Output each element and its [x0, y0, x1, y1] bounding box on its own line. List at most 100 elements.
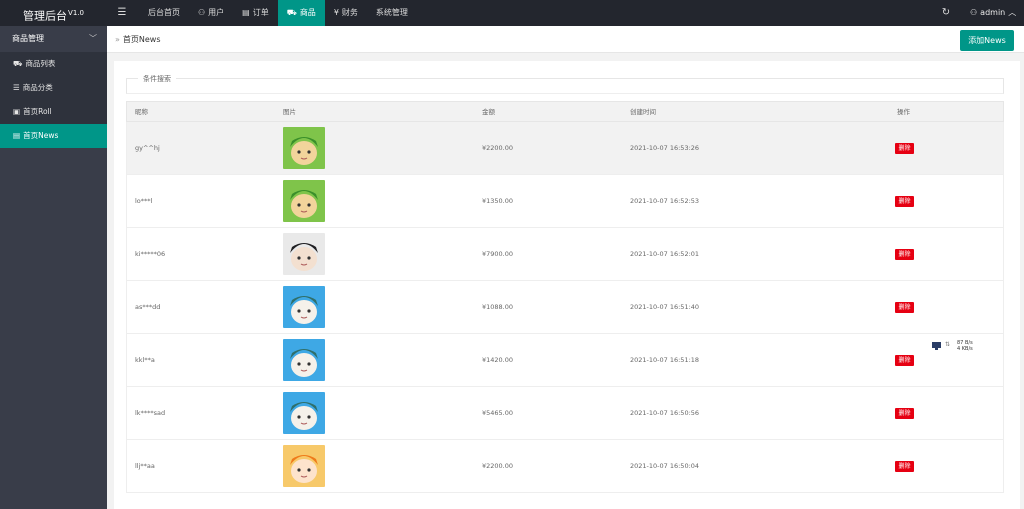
nav-label: 用户: [208, 8, 225, 17]
delete-button[interactable]: 删除: [895, 196, 914, 207]
avatar-illustration: [290, 137, 318, 165]
delete-button[interactable]: 删除: [895, 408, 914, 419]
user-menu[interactable]: ⚇ admin ︿: [970, 0, 1016, 26]
table-row: llj**aa ¥2200.00 2021-10-07 16:50:04 删除: [126, 440, 1004, 493]
cell-nick: ki*****06: [135, 250, 166, 258]
table-row: gy^^hj ¥2200.00 2021-10-07 16:53:26 删除: [126, 122, 1004, 175]
avatar-illustration: [290, 349, 318, 377]
header-img[interactable]: 图片: [283, 102, 296, 123]
avatar-image[interactable]: [283, 392, 325, 434]
user-icon: ⚇: [198, 8, 206, 17]
cell-amount: ¥1088.00: [482, 303, 514, 311]
avatar-illustration: [290, 455, 318, 483]
cell-time: 2021-10-07 16:53:26: [630, 144, 700, 152]
download-speed: 4 KB/s: [957, 346, 973, 352]
delete-button[interactable]: 删除: [895, 143, 914, 154]
cell-amount: ¥2200.00: [482, 462, 514, 470]
network-icon: [932, 342, 941, 350]
box-icon: ▣: [13, 107, 21, 116]
breadcrumb-bar: » 首页News 添加News: [107, 26, 1024, 53]
avatar-image[interactable]: [283, 127, 325, 169]
cell-nick: lk****sad: [135, 409, 166, 417]
breadcrumb: » 首页News: [115, 26, 161, 53]
nav-system[interactable]: 系统管理: [367, 0, 417, 26]
cell-time: 2021-10-07 16:51:40: [630, 303, 700, 311]
sidebar-item-home-roll[interactable]: ▣ 首页Roll: [0, 100, 107, 124]
cell-time: 2021-10-07 16:52:01: [630, 250, 700, 258]
app-logo[interactable]: 管理后台V1.0: [0, 0, 107, 26]
nav-finance[interactable]: ¥ 财务: [325, 0, 367, 26]
cell-time: 2021-10-07 16:52:53: [630, 197, 700, 205]
nav-home[interactable]: 后台首页: [139, 0, 189, 26]
cell-nick: kkl**a: [135, 356, 155, 364]
header-amount[interactable]: 金额: [482, 102, 495, 123]
table-row: as***dd ¥1088.00 2021-10-07 16:51:40 删除: [126, 281, 1004, 334]
chevron-up-icon: ︿: [1008, 8, 1017, 17]
cell-amount: ¥7900.00: [482, 250, 514, 258]
cell-time: 2021-10-07 16:50:56: [630, 409, 700, 417]
updown-icon: ⇅: [945, 341, 951, 348]
table-row: lo***l ¥1350.00 2021-10-07 16:52:53 删除: [126, 175, 1004, 228]
nav-label: 财务: [341, 8, 358, 17]
user-icon: ⚇: [970, 8, 978, 17]
avatar-illustration: [290, 402, 318, 430]
cell-nick: llj**aa: [135, 462, 155, 470]
avatar-image[interactable]: [283, 339, 325, 381]
nav-orders[interactable]: ▤ 订单: [233, 0, 278, 26]
main-content: » 首页News 添加News 条件搜索 昵称 图片 金额 创建时间 操作 gy…: [107, 26, 1024, 509]
avatar-illustration: [290, 190, 318, 218]
sidebar: 商品管理 ﹀ ⛟ 商品列表 ☰ 商品分类 ▣ 首页Roll ▤ 首页News: [0, 26, 107, 509]
news-table: 昵称 图片 金额 创建时间 操作 gy^^hj ¥2200.00 2021-10-0…: [126, 101, 1004, 493]
nav-users[interactable]: ⚇ 用户: [189, 0, 233, 26]
avatar-image[interactable]: [283, 233, 325, 275]
cart-icon: ⛟: [286, 8, 297, 17]
header-time[interactable]: 创建时间: [630, 102, 656, 123]
nav-label: 订单: [252, 8, 269, 17]
avatar-image[interactable]: [283, 445, 325, 487]
sidebar-item-label: 首页Roll: [23, 107, 52, 116]
chevron-down-icon: ﹀: [89, 34, 97, 43]
user-name: admin: [980, 8, 1006, 17]
sidebar-item-goods-list[interactable]: ⛟ 商品列表: [0, 52, 107, 76]
menu-toggle-icon[interactable]: ☰: [114, 0, 130, 26]
content-panel: 条件搜索 昵称 图片 金额 创建时间 操作 gy^^hj ¥2200.00 2021…: [114, 61, 1020, 509]
app-title: 管理后台: [23, 9, 68, 23]
nav-goods[interactable]: ⛟ 商品: [277, 0, 325, 26]
cell-amount: ¥1350.00: [482, 197, 514, 205]
breadcrumb-current[interactable]: 首页News: [123, 26, 161, 53]
delete-button[interactable]: 删除: [895, 302, 914, 313]
document-icon: ▤: [242, 8, 250, 17]
top-bar: 管理后台V1.0 ☰ 后台首页 ⚇ 用户 ▤ 订单 ⛟ 商品 ¥ 财务 系统管理 ↻ ⚇…: [0, 0, 1024, 26]
delete-button[interactable]: 删除: [895, 249, 914, 260]
table-row: kkl**a ¥1420.00 2021-10-07 16:51:18 删除: [126, 334, 1004, 387]
search-legend: 条件搜索: [138, 74, 176, 84]
doc-icon: ▤: [13, 131, 21, 140]
cell-amount: ¥5465.00: [482, 409, 514, 417]
cell-time: 2021-10-07 16:50:04: [630, 462, 700, 470]
cell-nick: lo***l: [135, 197, 153, 205]
cell-nick: as***dd: [135, 303, 161, 311]
sidebar-group-goods[interactable]: 商品管理 ﹀: [0, 26, 107, 52]
avatar-illustration: [290, 296, 318, 324]
avatar-image[interactable]: [283, 180, 325, 222]
table-row: ki*****06 ¥7900.00 2021-10-07 16:52:01 删除: [126, 228, 1004, 281]
search-fieldset: 条件搜索: [126, 74, 1004, 94]
cart-icon: ⛟: [13, 59, 23, 68]
sidebar-item-goods-category[interactable]: ☰ 商品分类: [0, 76, 107, 100]
header-op[interactable]: 操作: [897, 102, 910, 123]
header-nick[interactable]: 昵称: [135, 102, 148, 123]
avatar-image[interactable]: [283, 286, 325, 328]
delete-button[interactable]: 删除: [895, 355, 914, 366]
add-news-button[interactable]: 添加News: [960, 30, 1014, 51]
sidebar-item-home-news[interactable]: ▤ 首页News: [0, 124, 107, 148]
sidebar-item-label: 商品分类: [22, 83, 53, 92]
sidebar-item-label: 首页News: [23, 131, 59, 140]
delete-button[interactable]: 删除: [895, 461, 914, 472]
double-chevron-icon: »: [115, 35, 120, 44]
nav-label: 商品: [299, 8, 316, 17]
nav-label: 后台首页: [148, 8, 180, 17]
sidebar-item-label: 商品列表: [25, 59, 56, 68]
sidebar-group-label: 商品管理: [12, 34, 44, 43]
table-row: lk****sad ¥5465.00 2021-10-07 16:50:56 删除: [126, 387, 1004, 440]
refresh-icon[interactable]: ↻: [938, 0, 954, 26]
